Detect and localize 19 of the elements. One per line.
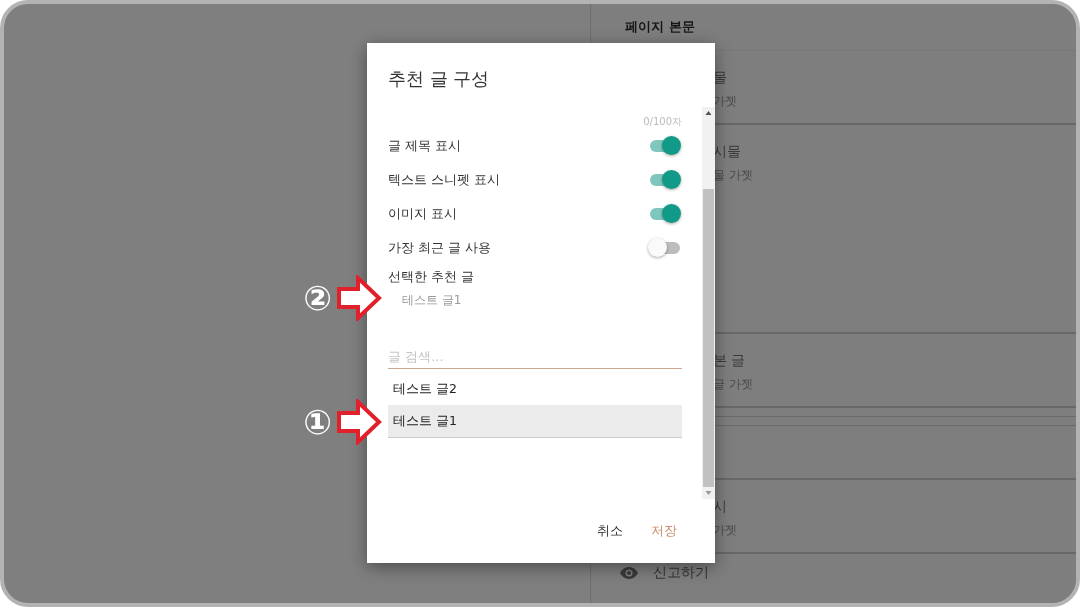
selected-post: 테스트 글1 [401,292,462,309]
step-number: ② [303,280,332,315]
result-item[interactable]: 테스트 글1 [388,405,682,438]
cancel-button[interactable]: 취소 [589,516,631,546]
dialog-title: 추천 글 구성 [387,67,491,91]
gadget-title: 본 글 [713,352,747,370]
toggle-label: 가장 최근 글 사용 [388,239,491,257]
toggle-label: 텍스트 스니펫 표시 [388,171,500,189]
scrollbar[interactable] [702,107,715,499]
gadget-title: 시 [713,498,728,516]
step-number: ① [303,404,332,439]
toggle-label: 이미지 표시 [388,205,457,223]
toggle-label: 글 제목 표시 [388,137,461,155]
gadget-title: 시물 [713,143,742,161]
eye-icon[interactable] [619,566,639,580]
section-label: 선택한 추천 글 [388,269,475,286]
char-counter: 0/100자 [643,115,682,129]
result-item[interactable]: 테스트 글2 [388,373,682,405]
gadget-title: 물 [713,69,728,87]
